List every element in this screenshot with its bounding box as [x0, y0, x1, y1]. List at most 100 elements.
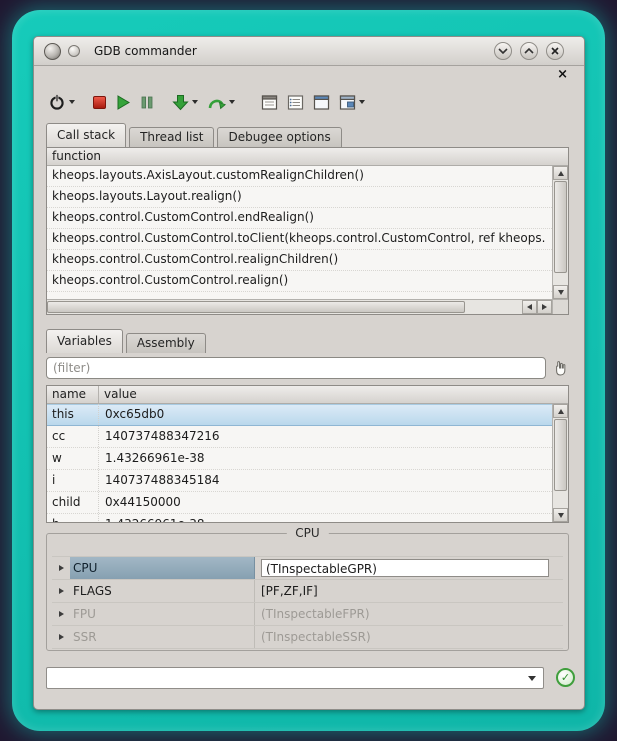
variable-name: i — [47, 470, 99, 491]
pause-button[interactable] — [140, 95, 154, 110]
callstack-row[interactable]: kheops.control.CustomControl.toClient(kh… — [47, 229, 552, 250]
chevron-up-icon — [524, 48, 534, 54]
gdb-commander-window: GDB commander × — [33, 36, 585, 710]
variable-value: 1.43266961e-38 — [99, 514, 552, 522]
scroll-handle[interactable] — [554, 181, 567, 273]
cpu-row[interactable]: FPU (TInspectableFPR) — [52, 603, 563, 626]
window-add-icon — [339, 94, 356, 111]
step-over-dropdown-icon[interactable] — [229, 100, 235, 104]
variable-row[interactable]: b 1.43266961e-38 — [47, 514, 552, 522]
messages-window-button[interactable] — [339, 94, 356, 111]
debug-windows-button[interactable] — [313, 94, 330, 111]
variable-row[interactable]: cc 140737488347216 — [47, 426, 552, 448]
messages-dropdown-icon[interactable] — [359, 100, 365, 104]
scroll-handle[interactable] — [554, 419, 567, 491]
cpu-row-value: (TInspectableGPR) — [255, 557, 563, 579]
step-into-dropdown-icon[interactable] — [192, 100, 198, 104]
cpu-row-name: CPU — [70, 557, 255, 579]
filter-input[interactable] — [46, 357, 546, 379]
expander-icon[interactable] — [52, 557, 70, 579]
tab-variables[interactable]: Variables — [46, 329, 123, 353]
variables-tabbar: Variables Assembly — [46, 329, 209, 353]
step-over-button[interactable] — [207, 94, 226, 111]
variable-row[interactable]: i 140737488345184 — [47, 470, 552, 492]
play-icon — [115, 94, 131, 111]
cpu-value-editor[interactable]: (TInspectableGPR) — [261, 559, 549, 577]
variable-value: 0xc65db0 — [99, 404, 552, 425]
variables-list: this 0xc65db0 cc 140737488347216 w 1.432… — [47, 404, 552, 522]
callstack-horizontal-scrollbar[interactable] — [47, 299, 552, 314]
expander-icon[interactable] — [52, 626, 70, 648]
callstack-vertical-scrollbar[interactable] — [552, 166, 568, 299]
expander-icon[interactable] — [52, 580, 70, 602]
cpu-row[interactable]: SSR (TInspectableSSR) — [52, 626, 563, 649]
filter-hand-icon[interactable] — [551, 359, 569, 377]
arrow-down-icon — [558, 290, 564, 295]
variables-vertical-scrollbar[interactable] — [552, 404, 568, 522]
combo-dropdown-icon[interactable] — [528, 676, 536, 681]
pause-icon — [140, 95, 154, 110]
minimize-button[interactable] — [494, 42, 512, 60]
column-header-value[interactable]: value — [99, 386, 568, 403]
step-into-button[interactable] — [172, 94, 189, 111]
screenshot-stage: GDB commander × — [0, 0, 617, 741]
cpu-groupbox-title: CPU — [286, 526, 328, 540]
variable-row[interactable]: w 1.43266961e-38 — [47, 448, 552, 470]
cpu-inspector: CPU (TInspectableGPR) FLAGS [PF,ZF,IF] F… — [52, 556, 563, 649]
variable-row-selected[interactable]: this 0xc65db0 — [47, 404, 552, 426]
variable-value: 140737488347216 — [99, 426, 552, 447]
arrow-right-icon — [542, 304, 547, 310]
expander-icon[interactable] — [52, 603, 70, 625]
stop-button[interactable] — [93, 96, 106, 109]
close-button[interactable] — [546, 42, 564, 60]
run-button[interactable] — [115, 94, 131, 111]
cpu-row[interactable]: FLAGS [PF,ZF,IF] — [52, 580, 563, 603]
window-controls — [494, 42, 574, 60]
power-button[interactable] — [48, 93, 66, 111]
cpu-row-value: (TInspectableFPR) — [255, 603, 563, 625]
callstack-row[interactable]: kheops.control.CustomControl.realignChil… — [47, 250, 552, 271]
arrow-up-icon — [558, 409, 564, 414]
scroll-left-button[interactable] — [522, 300, 537, 314]
arrow-down-icon — [558, 513, 564, 518]
command-combobox[interactable] — [46, 667, 544, 689]
callstack-row[interactable]: kheops.layouts.AxisLayout.customRealignC… — [47, 166, 552, 187]
titlebar[interactable]: GDB commander — [34, 37, 584, 66]
callstack-row[interactable]: kheops.control.CustomControl.realign() — [47, 271, 552, 292]
notes-window-button[interactable] — [261, 94, 278, 111]
variable-value: 1.43266961e-38 — [99, 448, 552, 469]
tab-assembly[interactable]: Assembly — [126, 333, 206, 353]
tab-debugee-options[interactable]: Debugee options — [217, 127, 341, 147]
scroll-handle[interactable] — [47, 301, 465, 313]
command-row: ✓ — [46, 667, 572, 690]
scroll-up-button[interactable] — [553, 166, 568, 180]
close-icon — [551, 47, 559, 55]
send-command-button[interactable]: ✓ — [556, 668, 575, 687]
tab-thread-list[interactable]: Thread list — [129, 127, 214, 147]
callstack-row[interactable]: kheops.layouts.Layout.realign() — [47, 187, 552, 208]
variable-value: 0x44150000 — [99, 492, 552, 513]
window-menu-icon[interactable] — [68, 45, 80, 57]
scroll-up-button[interactable] — [553, 404, 568, 418]
scroll-right-button[interactable] — [537, 300, 552, 314]
dock-header: × — [34, 66, 584, 84]
step-into-icon — [172, 94, 189, 111]
column-header-name[interactable]: name — [47, 386, 99, 403]
window-icon — [313, 94, 330, 111]
list-icon — [287, 94, 304, 111]
notes-icon — [261, 94, 278, 111]
list-window-button[interactable] — [287, 94, 304, 111]
callstack-row[interactable]: kheops.control.CustomControl.endRealign(… — [47, 208, 552, 229]
maximize-button[interactable] — [520, 42, 538, 60]
dock-close-icon[interactable]: × — [557, 67, 568, 83]
variable-name: b — [47, 514, 99, 522]
scroll-down-button[interactable] — [553, 285, 568, 299]
cpu-groupbox: CPU CPU (TInspectableGPR) FLAGS [PF,ZF,I… — [46, 533, 569, 651]
window-title: GDB commander — [94, 44, 197, 58]
power-dropdown-icon[interactable] — [69, 100, 75, 104]
callstack-column-header[interactable]: function — [47, 148, 568, 166]
scroll-down-button[interactable] — [553, 508, 568, 522]
tab-call-stack[interactable]: Call stack — [46, 123, 126, 147]
cpu-row-selected[interactable]: CPU (TInspectableGPR) — [52, 557, 563, 580]
variable-row[interactable]: child 0x44150000 — [47, 492, 552, 514]
